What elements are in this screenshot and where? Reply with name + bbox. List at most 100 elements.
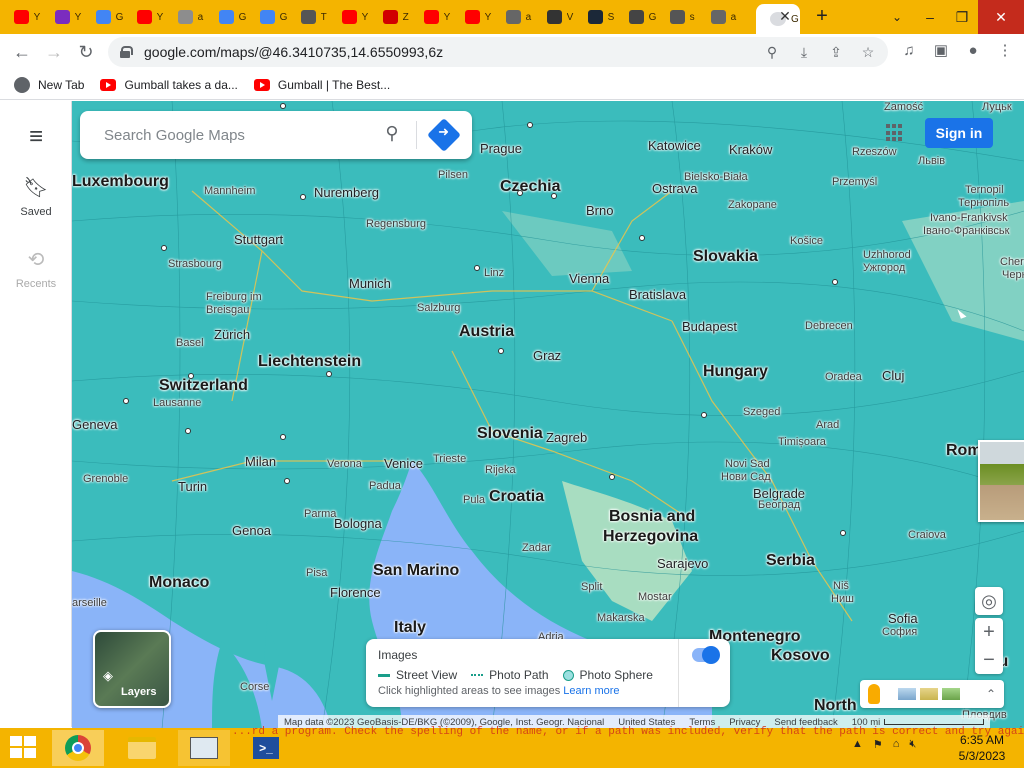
google-apps-icon[interactable] — [886, 124, 904, 142]
city-label[interactable]: Prague — [480, 141, 522, 156]
city-marker[interactable] — [498, 348, 504, 354]
zoom-in-button[interactable]: + — [975, 618, 1003, 646]
city-label[interactable]: Katowice — [648, 138, 701, 153]
town-label[interactable]: Rijeka — [485, 464, 516, 476]
city-label[interactable]: Turin — [178, 479, 207, 494]
directions-icon[interactable] — [427, 118, 461, 152]
town-label[interactable]: Corse — [240, 681, 269, 693]
city-label[interactable]: Vienna — [569, 271, 609, 286]
country-label[interactable]: Kosovo — [771, 647, 830, 665]
city-marker[interactable] — [280, 103, 286, 109]
recents-button[interactable]: ⟲ Recents — [0, 247, 72, 290]
city-marker[interactable] — [527, 122, 533, 128]
city-label[interactable]: Stuttgart — [234, 232, 283, 247]
browser-tab[interactable]: Y — [328, 0, 369, 34]
tab-search-chevron-icon[interactable]: ⌄ — [892, 10, 902, 24]
city-label[interactable]: Nuremberg — [314, 185, 379, 200]
menu-button[interactable]: ≡ — [0, 123, 72, 157]
browser-tab[interactable]: T — [287, 0, 328, 34]
town-label[interactable]: Београд — [758, 499, 800, 511]
city-label[interactable]: Munich — [349, 276, 391, 291]
expand-chevron-icon[interactable]: ⌃ — [986, 687, 996, 701]
city-marker[interactable] — [161, 245, 167, 251]
town-label[interactable]: Debrecen — [805, 320, 853, 332]
bookmark-gumball-2[interactable]: Gumball | The Best... — [253, 78, 390, 92]
browser-menu-icon[interactable]: ⋮ — [994, 40, 1016, 62]
close-window-button[interactable]: ✕ — [978, 0, 1024, 34]
country-label[interactable]: Switzerland — [159, 377, 248, 395]
town-label[interactable]: Lausanne — [153, 397, 201, 409]
city-marker[interactable] — [188, 373, 194, 379]
browser-tab[interactable]: G — [246, 0, 287, 34]
search-input[interactable] — [104, 126, 364, 144]
city-label[interactable]: Bratislava — [629, 287, 686, 302]
forward-button[interactable]: → — [38, 36, 70, 68]
town-label[interactable]: Breisgau — [206, 304, 249, 316]
country-label[interactable]: Slovakia — [693, 248, 758, 266]
town-label[interactable]: Verona — [327, 458, 362, 470]
country-label[interactable]: San Marino — [373, 562, 459, 580]
browser-tab[interactable]: a — [697, 0, 738, 34]
town-label[interactable]: Uzhhorod — [863, 249, 911, 261]
city-label[interactable]: Sofia — [888, 611, 918, 626]
city-label[interactable]: Milan — [245, 454, 276, 469]
town-label[interactable]: Freiburg im — [206, 291, 262, 303]
new-tab-button[interactable]: + — [812, 6, 832, 26]
satellite-thumb[interactable] — [898, 688, 916, 700]
town-label[interactable]: Zadar — [522, 542, 551, 554]
city-marker[interactable] — [474, 265, 480, 271]
location-pin-icon[interactable]: ⚲ — [762, 42, 782, 62]
town-label[interactable]: Нови Сад — [721, 471, 771, 483]
town-label[interactable]: Pilsen — [438, 169, 468, 181]
town-label[interactable]: Тернопіль — [958, 197, 1009, 209]
town-label[interactable]: Mannheim — [204, 185, 255, 197]
bookmark-new-tab[interactable]: New Tab — [14, 76, 84, 93]
taskbar-task-manager[interactable] — [178, 730, 230, 766]
side-panel-icon[interactable]: ▣ — [930, 40, 952, 62]
town-label[interactable]: Zamość — [884, 101, 923, 113]
learn-more-link[interactable]: Learn more — [563, 685, 619, 697]
lock-icon[interactable] — [120, 46, 133, 58]
browser-tab[interactable]: s — [656, 0, 697, 34]
images-toggle[interactable] — [692, 646, 720, 664]
bookmark-gumball-1[interactable]: Gumball takes a da... — [100, 78, 238, 92]
country-label[interactable]: Slovenia — [477, 425, 543, 443]
install-app-icon[interactable]: ⤓ — [794, 42, 814, 62]
country-label[interactable]: Luxembourg — [72, 173, 169, 191]
city-label[interactable]: Geneva — [72, 417, 118, 432]
country-label[interactable]: Croatia — [489, 488, 544, 506]
street-view-thumbnail[interactable] — [978, 440, 1024, 522]
town-label[interactable]: Košice — [790, 235, 823, 247]
city-label[interactable]: Florence — [330, 585, 381, 600]
url-text[interactable]: google.com/maps/@46.3410735,14.6550993,6… — [144, 44, 443, 60]
city-marker[interactable] — [517, 190, 523, 196]
browser-tab[interactable]: G — [205, 0, 246, 34]
town-label[interactable]: Zakopane — [728, 199, 777, 211]
browser-tab[interactable]: Y — [410, 0, 451, 34]
close-tab-icon[interactable]: ✕ — [778, 9, 792, 23]
city-label[interactable]: Zürich — [214, 327, 250, 342]
reload-button[interactable]: ↻ — [70, 36, 102, 68]
profile-avatar-icon[interactable]: ● — [962, 40, 984, 62]
browser-tab[interactable]: Y — [451, 0, 492, 34]
layers-button[interactable]: ◈ Layers — [93, 630, 171, 708]
zoom-out-button[interactable]: − — [975, 646, 1003, 674]
city-marker[interactable] — [551, 193, 557, 199]
city-label[interactable]: Bologna — [334, 516, 382, 531]
city-label[interactable]: Venice — [384, 456, 423, 471]
town-label[interactable]: София — [882, 626, 917, 638]
my-location-button[interactable]: ◎ — [975, 587, 1003, 615]
town-label[interactable]: Ужгород — [863, 262, 905, 274]
city-label[interactable]: Kraków — [729, 142, 772, 157]
town-label[interactable]: Arad — [816, 419, 839, 431]
country-label[interactable]: Bosnia and — [609, 508, 695, 526]
network-icon[interactable]: ⌂ — [893, 738, 900, 751]
tray-expand-icon[interactable]: ▲ — [852, 738, 863, 751]
taskbar-file-explorer[interactable] — [116, 730, 168, 766]
browser-tab[interactable]: V — [533, 0, 574, 34]
minimize-button[interactable]: – — [914, 0, 946, 34]
town-label[interactable]: Padua — [369, 480, 401, 492]
city-marker[interactable] — [326, 371, 332, 377]
browser-tab[interactable]: a — [492, 0, 533, 34]
town-label[interactable]: Ivano-Frankivsk — [930, 212, 1008, 224]
